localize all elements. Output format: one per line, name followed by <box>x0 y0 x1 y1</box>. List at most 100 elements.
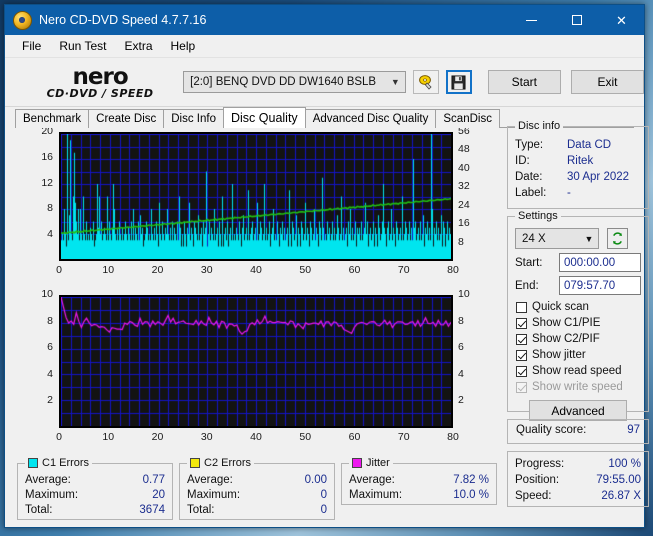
minimize-icon <box>526 19 537 21</box>
speed-value: 26.87 X <box>601 490 641 502</box>
c1-maximum-label: Maximum: <box>25 489 79 501</box>
disc-type-value: Data CD <box>567 139 612 151</box>
c2-average-row: Average: 0.00 <box>180 473 334 488</box>
axis-tick: 0 <box>56 431 62 443</box>
menu-item-help[interactable]: Help <box>162 36 205 56</box>
tab-create-disc[interactable]: Create Disc <box>88 109 165 128</box>
end-input[interactable]: 079:57.70 <box>559 276 641 295</box>
progress-label: Progress: <box>515 458 565 470</box>
disc-info-date-row: Date: 30 Apr 2022 <box>508 169 648 185</box>
axis-tick: 16 <box>41 150 53 163</box>
checkbox-show-c2-pif[interactable]: Show C2/PIF <box>508 331 648 347</box>
speed-select-value: 24 X <box>522 232 546 245</box>
tab-benchmark[interactable]: Benchmark <box>15 109 90 128</box>
application-window: Nero CD-DVD Speed 4.7.7.16 ✕ File Run Te… <box>4 4 649 528</box>
speed-select[interactable]: 24 X ▼ <box>515 228 599 249</box>
speed-row: Speed: 26.87 X <box>508 488 648 504</box>
menu-item-run-test[interactable]: Run Test <box>50 36 115 56</box>
axis-tick: 80 <box>447 431 459 443</box>
close-icon: ✕ <box>616 12 627 28</box>
checkbox-show-write-speed-label: Show write speed <box>532 381 623 393</box>
c2-total-value: 0 <box>320 504 327 516</box>
settings-panel: Settings 24 X ▼ Start: 000:00.00 End: 07… <box>507 210 649 421</box>
jitter-average-row: Average: 7.82 % <box>342 473 496 488</box>
axis-tick: 30 <box>200 264 213 276</box>
checkbox-icon <box>516 349 527 361</box>
tab-disc-quality[interactable]: Disc Quality <box>223 107 306 128</box>
disc-info-panel: Disc info Type: Data CD ID: Ritek Date: 30 … <box>507 120 649 209</box>
jitter-label: Jitter <box>366 457 390 469</box>
checkbox-quick-scan[interactable]: Quick scan <box>508 299 648 315</box>
refresh-button[interactable] <box>607 228 628 249</box>
menu-item-file[interactable]: File <box>13 36 50 56</box>
checkbox-show-read-speed[interactable]: Show read speed <box>508 363 648 379</box>
tab-disc-info[interactable]: Disc Info <box>163 109 224 128</box>
checkbox-quick-scan-label: Quick scan <box>532 301 589 313</box>
close-button[interactable]: ✕ <box>599 5 644 35</box>
exit-button[interactable]: Exit <box>570 70 645 94</box>
menu-item-extra[interactable]: Extra <box>115 36 161 56</box>
quality-score-panel: Quality score: 97 <box>507 419 649 444</box>
axis-tick: 20 <box>151 264 164 276</box>
maximize-icon <box>571 15 582 25</box>
axis-tick: 2 <box>47 394 53 407</box>
jitter-average-value: 7.82 % <box>453 474 489 486</box>
save-button[interactable] <box>446 70 472 94</box>
c1-errors-caption: C1 Errors <box>25 457 93 469</box>
nero-logo: nero CD·DVD ∕ SPEED <box>25 65 175 99</box>
right-sidebar: Disc info Type: Data CD ID: Ritek Date: 30 … <box>507 120 649 514</box>
checkbox-show-c2-pif-label: Show C2/PIF <box>532 333 600 345</box>
disc-eject-icon <box>419 74 432 90</box>
advanced-button[interactable]: Advanced <box>529 400 627 421</box>
c2-average-value: 0.00 <box>304 474 327 486</box>
disc-label-value: - <box>567 187 571 199</box>
c1-plot-canvas <box>61 134 451 259</box>
window-controls: ✕ <box>509 5 644 35</box>
checkbox-show-read-speed-label: Show read speed <box>532 365 622 377</box>
jitter-color-swatch <box>352 458 362 468</box>
c1-average-label: Average: <box>25 474 71 486</box>
axis-tick: 70 <box>397 264 410 276</box>
c2-maximum-label: Maximum: <box>187 489 241 501</box>
axis-tick: 4 <box>47 367 53 380</box>
start-label: Start: <box>515 256 543 269</box>
c1-average-row: Average: 0.77 <box>18 473 172 488</box>
start-input[interactable]: 000:00.00 <box>559 253 641 272</box>
c1-plot-area <box>59 132 453 261</box>
c1-average-value: 0.77 <box>142 474 165 486</box>
maximize-button[interactable] <box>554 5 599 35</box>
checkbox-show-jitter-label: Show jitter <box>532 349 586 361</box>
position-row: Position: 79:55.00 <box>508 472 648 488</box>
axis-tick: 40 <box>458 161 470 174</box>
axis-tick: 2 <box>458 394 464 407</box>
c2-color-swatch <box>190 458 200 468</box>
axis-tick: 40 <box>250 431 262 443</box>
disc-label-label: Label: <box>515 187 547 199</box>
jitter-group: Jitter Average: 7.82 % Maximum: 10.0 % <box>341 457 497 505</box>
axis-tick: 6 <box>47 341 53 354</box>
c1-errors-group: C1 Errors Average: 0.77 Maximum: 20 Total:… <box>17 457 173 520</box>
axis-tick: 8 <box>47 202 53 215</box>
quality-score-row: Quality score: 97 <box>508 420 648 440</box>
c1-total-value: 3674 <box>139 504 165 516</box>
end-field-row: End: 079:57.70 <box>508 276 648 295</box>
start-button[interactable]: Start <box>487 70 561 94</box>
eject-button[interactable] <box>413 70 440 94</box>
drive-select[interactable]: [2:0] BENQ DVD DD DW1640 BSLB ▼ <box>183 71 407 93</box>
minimize-button[interactable] <box>509 5 554 35</box>
axis-tick: 10 <box>41 288 53 300</box>
jitter-chart: 2 4 6 8 10 2 4 6 8 10 0 10 20 30 40 50 60 70 80 <box>15 288 498 455</box>
c1-total-row: Total: 3674 <box>18 503 172 518</box>
checkbox-show-write-speed: Show write speed <box>508 379 648 395</box>
tab-advanced-disc-quality[interactable]: Advanced Disc Quality <box>304 109 437 128</box>
checkbox-show-c1-pie[interactable]: Show C1/PIE <box>508 315 648 331</box>
axis-tick: 50 <box>299 431 312 443</box>
c2-errors-label: C2 Errors <box>204 457 252 469</box>
disc-info-label-row: Label: - <box>508 185 648 201</box>
quality-score-value: 97 <box>627 424 640 436</box>
disc-info-caption: Disc info <box>515 120 564 132</box>
disc-quality-panel: 4 8 12 16 20 8 16 24 32 40 48 56 0 10 20 30 40 50 60 70 80… <box>15 120 649 521</box>
checkbox-show-jitter[interactable]: Show jitter <box>508 347 648 363</box>
axis-tick: 4 <box>458 367 464 380</box>
tab-scandisc[interactable]: ScanDisc <box>435 109 500 128</box>
